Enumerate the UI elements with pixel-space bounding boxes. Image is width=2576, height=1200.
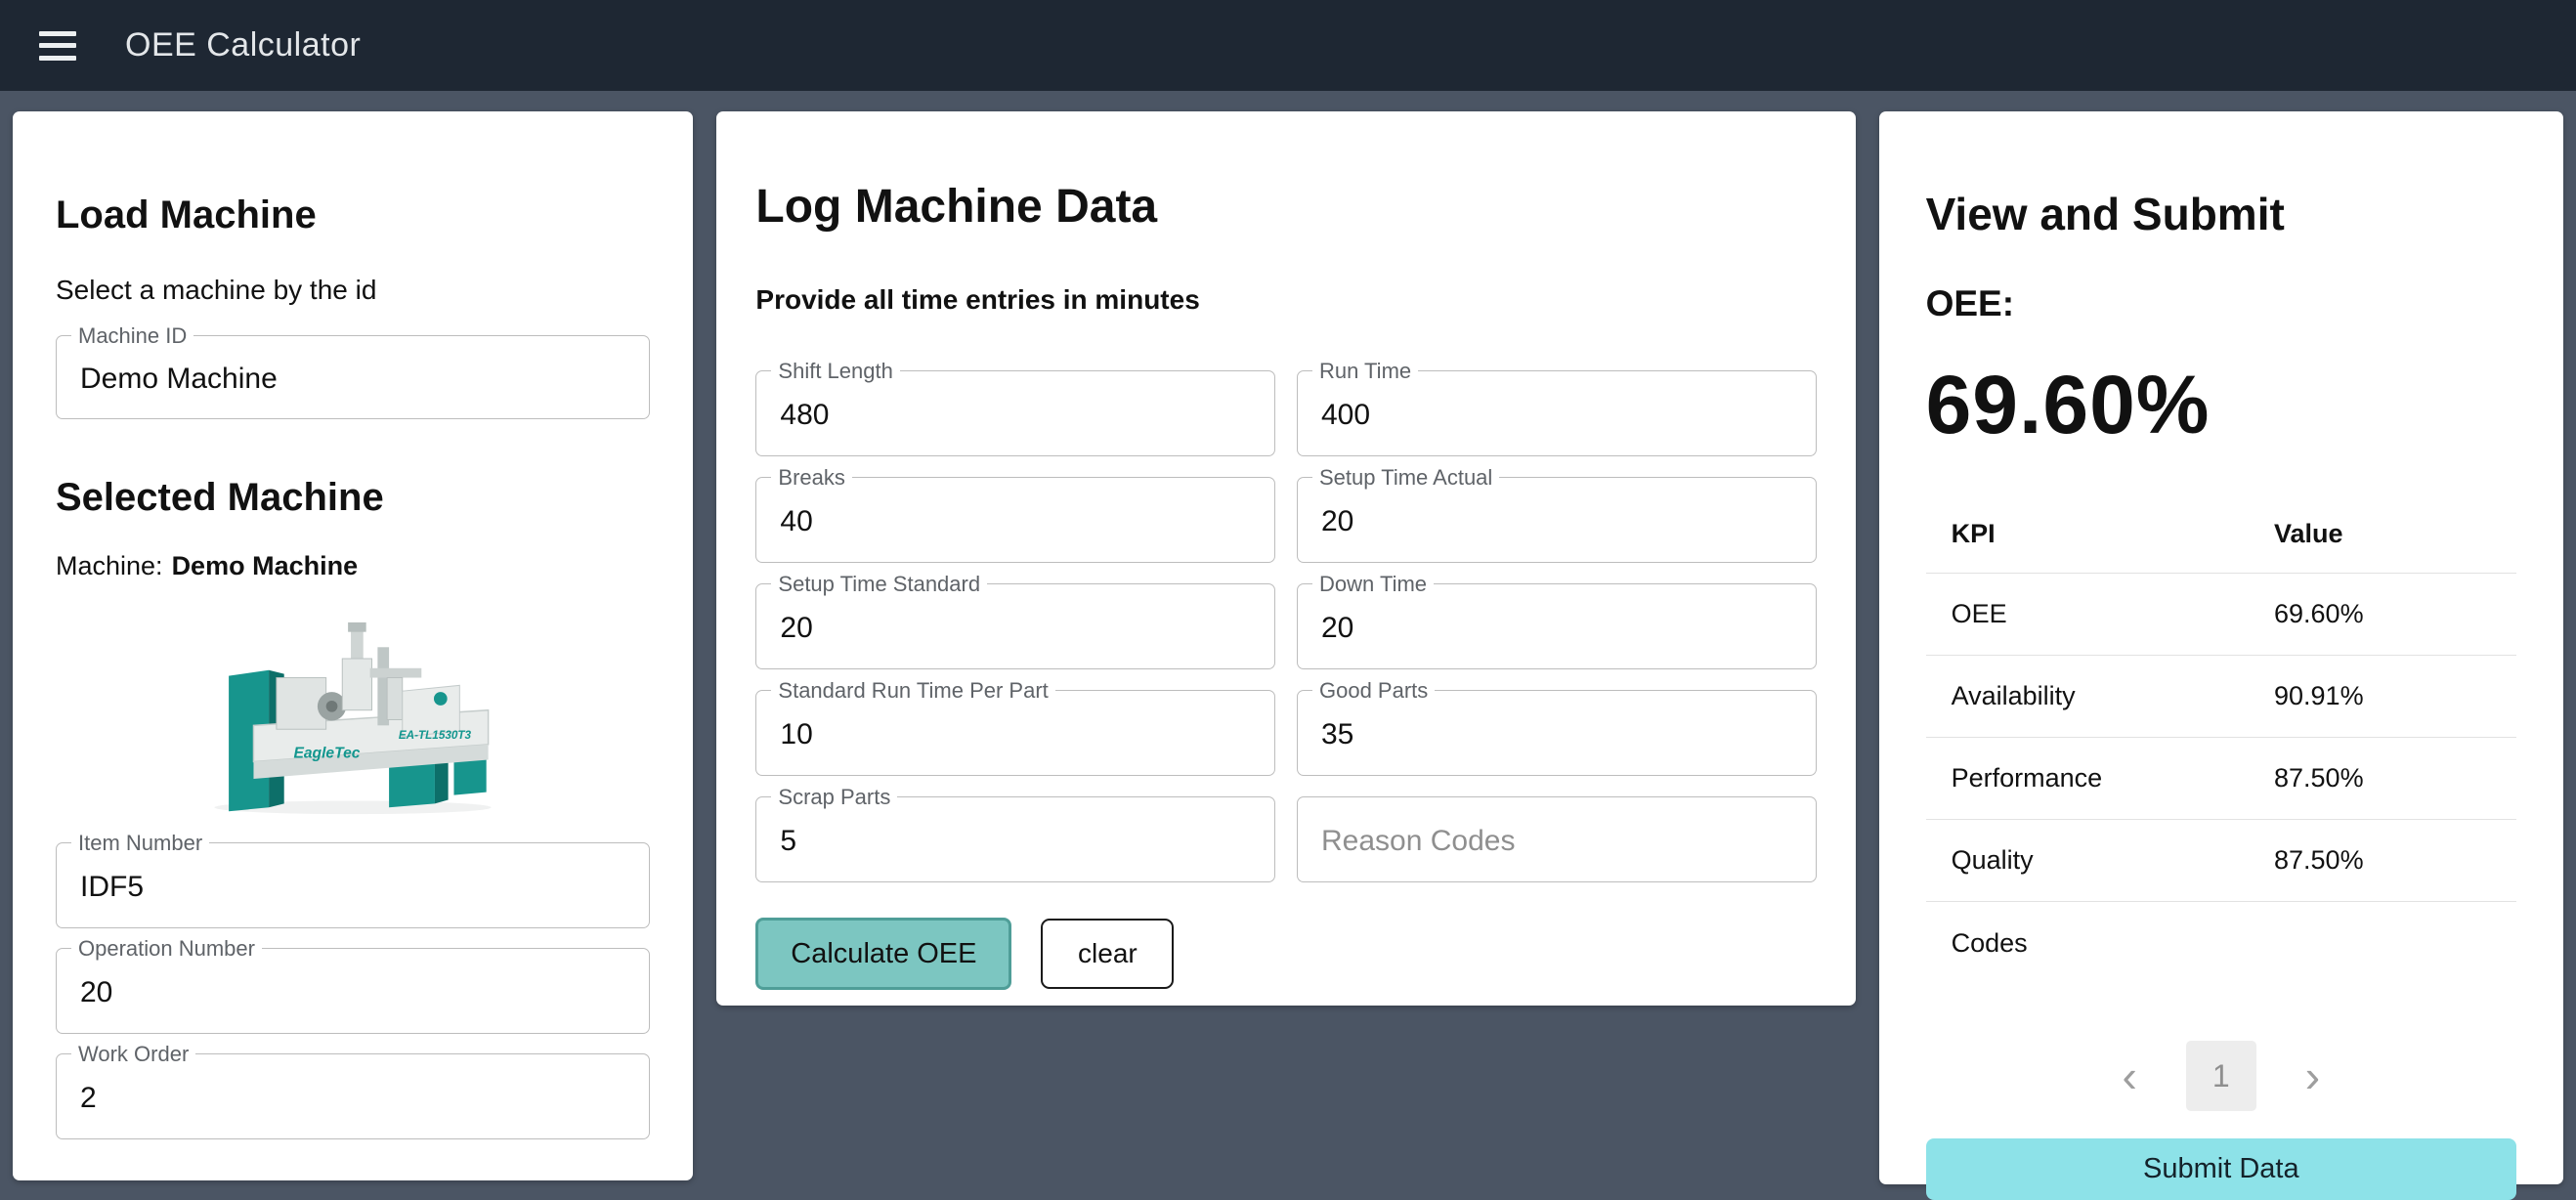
kpi-cell: Quality bbox=[1926, 845, 2274, 876]
value-cell: 90.91% bbox=[2274, 681, 2516, 711]
setup-time-standard-field[interactable]: Setup Time Standard 20 bbox=[755, 583, 1275, 669]
machine-prefix: Machine: bbox=[56, 551, 163, 580]
machine-brand-label: EagleTec bbox=[294, 746, 361, 762]
main-content: Load Machine Select a machine by the id … bbox=[0, 91, 2576, 1184]
clear-button[interactable]: clear bbox=[1041, 919, 1174, 989]
log-machine-data-title: Log Machine Data bbox=[755, 180, 1816, 234]
log-machine-data-panel: Log Machine Data Provide all time entrie… bbox=[716, 111, 1855, 1006]
item-number-field[interactable]: Item Number IDF5 bbox=[56, 842, 650, 928]
item-number-label: Item Number bbox=[71, 831, 209, 856]
action-buttons-row: Calculate OEE clear bbox=[755, 918, 1816, 990]
breaks-label: Breaks bbox=[771, 465, 851, 491]
kpi-header: KPI bbox=[1926, 519, 2274, 549]
oee-label: OEE: bbox=[1926, 283, 2516, 324]
chevron-left-icon[interactable]: ‹ bbox=[2114, 1053, 2144, 1098]
down-time-label: Down Time bbox=[1312, 572, 1434, 597]
run-time-field[interactable]: Run Time 400 bbox=[1297, 370, 1817, 456]
value-cell: 69.60% bbox=[2274, 599, 2516, 629]
oee-big-value: 69.60% bbox=[1926, 358, 2516, 452]
view-submit-panel: View and Submit OEE: 69.60% KPI Value OE… bbox=[1879, 111, 2563, 1184]
chevron-right-icon[interactable]: › bbox=[2297, 1053, 2328, 1098]
down-time-field[interactable]: Down Time 20 bbox=[1297, 583, 1817, 669]
view-submit-title: View and Submit bbox=[1926, 188, 2516, 240]
breaks-field[interactable]: Breaks 40 bbox=[755, 477, 1275, 563]
reason-codes-placeholder: Reason Codes bbox=[1321, 825, 1515, 858]
load-machine-title: Load Machine bbox=[56, 193, 650, 237]
kpi-table: KPI Value OEE 69.60% Availability 90.91%… bbox=[1926, 495, 2516, 984]
machine-name: Demo Machine bbox=[172, 551, 359, 580]
standard-run-time-per-part-value: 10 bbox=[780, 718, 812, 751]
app-title: OEE Calculator bbox=[125, 26, 361, 64]
work-order-field[interactable]: Work Order 2 bbox=[56, 1053, 650, 1139]
pagination: ‹ 1 › bbox=[1926, 1041, 2516, 1111]
kpi-table-header: KPI Value bbox=[1926, 495, 2516, 574]
shift-length-value: 480 bbox=[780, 399, 829, 432]
machine-detail-fields: Item Number IDF5 Operation Number 20 Wor… bbox=[56, 842, 650, 1139]
kpi-cell: Performance bbox=[1926, 763, 2274, 793]
load-machine-subtitle: Select a machine by the id bbox=[56, 275, 650, 306]
shift-length-label: Shift Length bbox=[771, 359, 899, 384]
setup-time-actual-field[interactable]: Setup Time Actual 20 bbox=[1297, 477, 1817, 563]
selected-machine-title: Selected Machine bbox=[56, 476, 650, 520]
good-parts-value: 35 bbox=[1321, 718, 1353, 751]
machine-model-label: EA-TL1530T3 bbox=[399, 729, 472, 742]
load-machine-panel: Load Machine Select a machine by the id … bbox=[13, 111, 693, 1180]
setup-time-standard-label: Setup Time Standard bbox=[771, 572, 987, 597]
operation-number-field[interactable]: Operation Number 20 bbox=[56, 948, 650, 1034]
machine-id-select[interactable]: Machine ID Demo Machine bbox=[56, 335, 650, 419]
item-number-value: IDF5 bbox=[80, 871, 144, 904]
value-header: Value bbox=[2274, 519, 2516, 549]
calculate-oee-button[interactable]: Calculate OEE bbox=[755, 918, 1011, 990]
standard-run-time-per-part-label: Standard Run Time Per Part bbox=[771, 678, 1054, 704]
setup-time-actual-value: 20 bbox=[1321, 505, 1353, 538]
standard-run-time-per-part-field[interactable]: Standard Run Time Per Part 10 bbox=[755, 690, 1275, 776]
page-1-button[interactable]: 1 bbox=[2186, 1041, 2256, 1111]
menu-icon[interactable] bbox=[39, 31, 76, 61]
selected-machine-line: Machine: Demo Machine bbox=[56, 551, 650, 581]
value-cell: 87.50% bbox=[2274, 845, 2516, 876]
scrap-parts-field[interactable]: Scrap Parts 5 bbox=[755, 796, 1275, 882]
shift-length-field[interactable]: Shift Length 480 bbox=[755, 370, 1275, 456]
work-order-value: 2 bbox=[80, 1082, 97, 1115]
good-parts-field[interactable]: Good Parts 35 bbox=[1297, 690, 1817, 776]
top-app-bar: OEE Calculator bbox=[0, 0, 2576, 91]
down-time-value: 20 bbox=[1321, 612, 1353, 645]
table-row-performance: Performance 87.50% bbox=[1926, 738, 2516, 820]
operation-number-value: 20 bbox=[80, 976, 112, 1009]
table-row-oee: OEE 69.60% bbox=[1926, 574, 2516, 656]
table-row-quality: Quality 87.50% bbox=[1926, 820, 2516, 902]
reason-codes-field[interactable]: Reason Codes bbox=[1297, 796, 1817, 882]
machine-image: EagleTec EA-TL1530T3 bbox=[192, 619, 514, 819]
table-row-availability: Availability 90.91% bbox=[1926, 656, 2516, 738]
run-time-value: 400 bbox=[1321, 399, 1370, 432]
good-parts-label: Good Parts bbox=[1312, 678, 1435, 704]
value-cell: 87.50% bbox=[2274, 763, 2516, 793]
run-time-label: Run Time bbox=[1312, 359, 1418, 384]
scrap-parts-value: 5 bbox=[780, 825, 796, 858]
work-order-label: Work Order bbox=[71, 1042, 195, 1067]
machine-id-value: Demo Machine bbox=[80, 363, 278, 396]
kpi-cell: OEE bbox=[1926, 599, 2274, 629]
setup-time-actual-label: Setup Time Actual bbox=[1312, 465, 1499, 491]
time-entries-note: Provide all time entries in minutes bbox=[755, 284, 1816, 316]
kpi-cell: Codes bbox=[1926, 928, 2274, 959]
machine-id-label: Machine ID bbox=[71, 323, 193, 349]
scrap-parts-label: Scrap Parts bbox=[771, 785, 897, 810]
table-row-codes: Codes bbox=[1926, 902, 2516, 984]
breaks-value: 40 bbox=[780, 505, 812, 538]
time-entry-grid: Shift Length 480 Run Time 400 Breaks 40 … bbox=[755, 370, 1816, 882]
setup-time-standard-value: 20 bbox=[780, 612, 812, 645]
kpi-cell: Availability bbox=[1926, 681, 2274, 711]
submit-data-button[interactable]: Submit Data bbox=[1926, 1138, 2516, 1200]
operation-number-label: Operation Number bbox=[71, 936, 262, 962]
